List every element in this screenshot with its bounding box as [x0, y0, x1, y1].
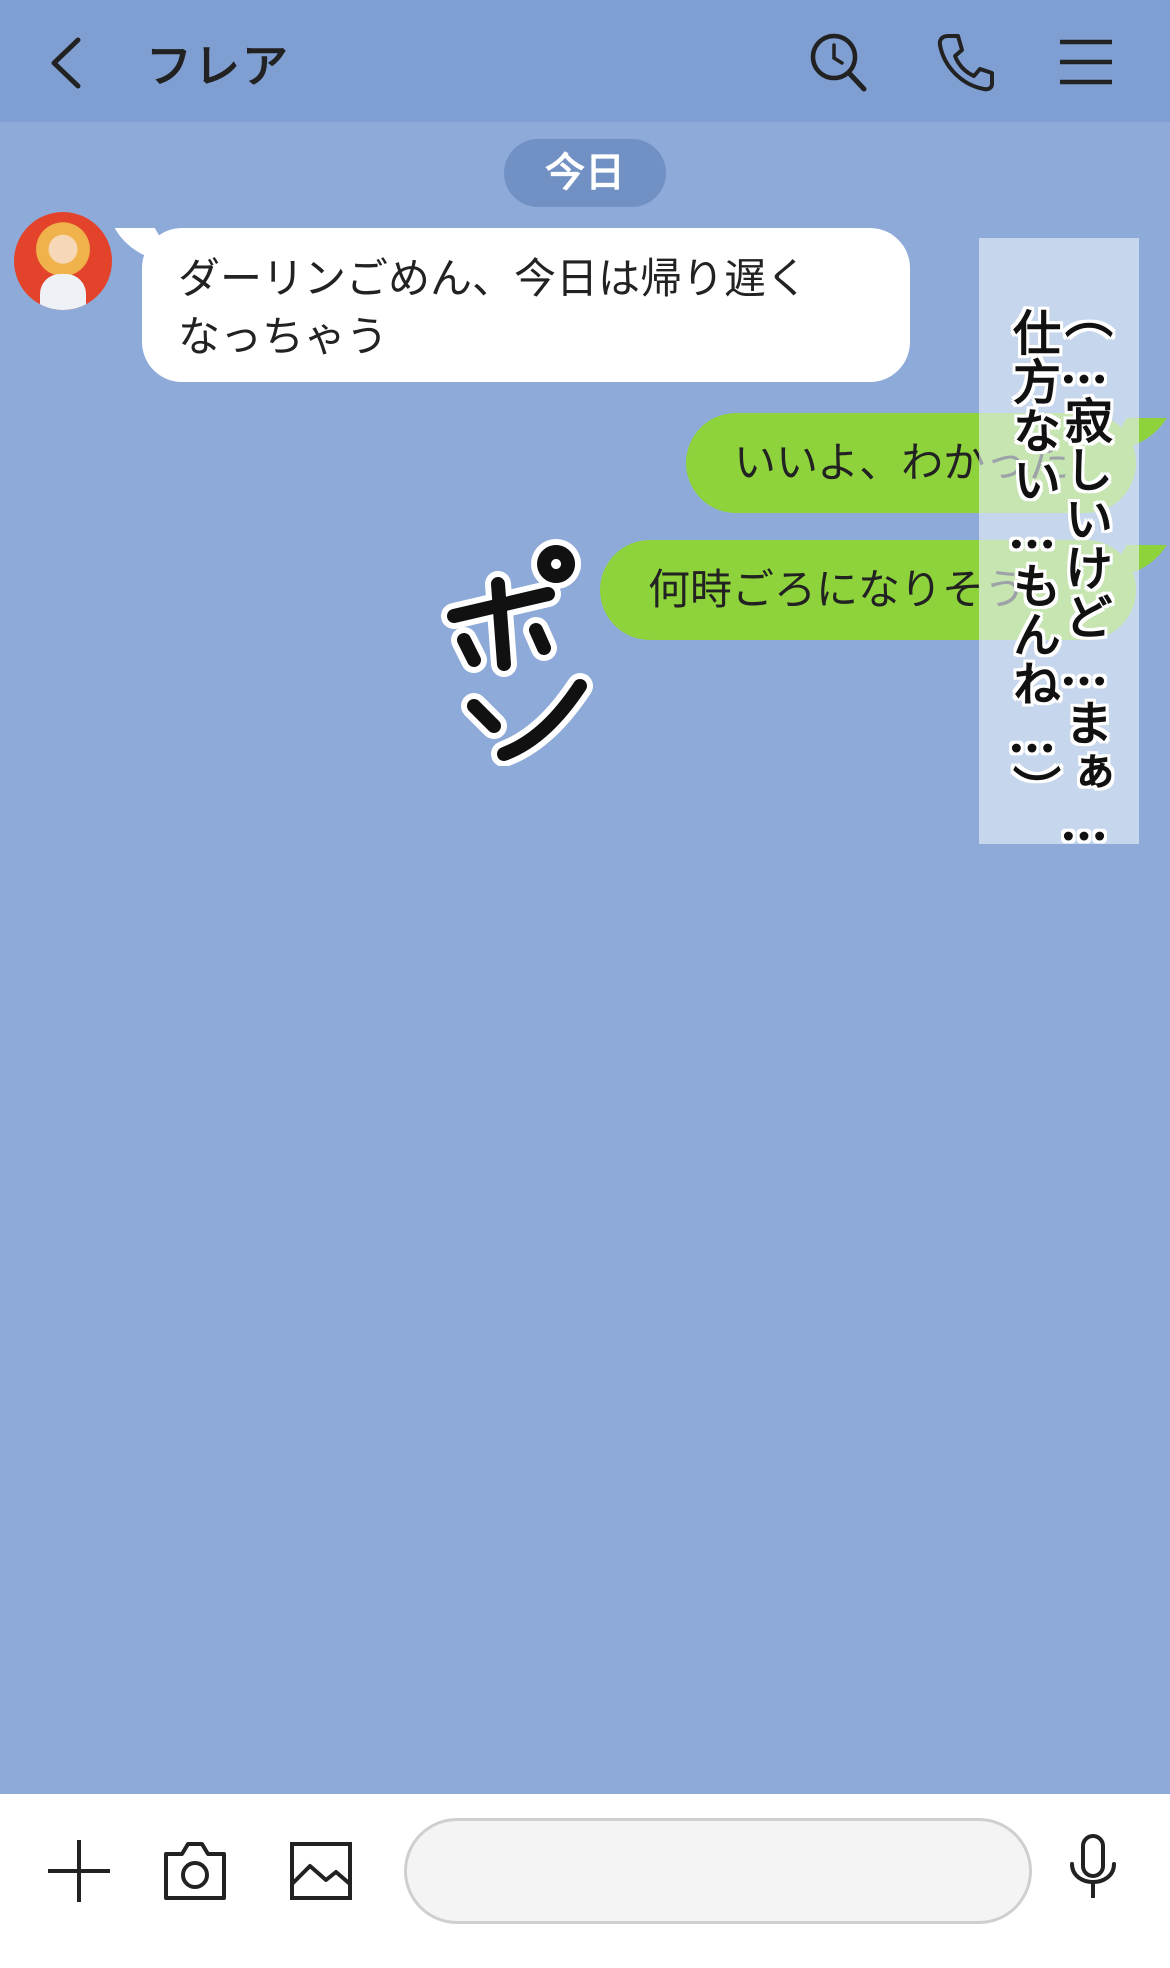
chat-header: フレア	[0, 0, 1170, 122]
caption-line-1: （…寂しいけど…まぁ…	[1056, 290, 1112, 853]
microphone-icon	[1070, 1834, 1116, 1898]
menu-icon	[1060, 39, 1112, 85]
plus-icon	[48, 1840, 110, 1902]
menu-button[interactable]	[1054, 30, 1118, 94]
chat-title: フレア	[146, 39, 290, 93]
camera-icon	[164, 1842, 226, 1900]
call-button[interactable]	[934, 30, 998, 94]
date-divider: 今日	[504, 139, 666, 207]
message-input[interactable]	[404, 1818, 1032, 1924]
image-button[interactable]	[286, 1836, 356, 1906]
avatar-figure	[40, 274, 86, 310]
received-message-bubble[interactable]: ダーリンごめん、今日は帰り遅く なっちゃう	[142, 228, 910, 382]
camera-button[interactable]	[160, 1836, 230, 1906]
chevron-left-icon	[51, 37, 81, 89]
sound-effect-pon: ポン	[441, 539, 593, 766]
message-text: 何時ごろになりそう	[648, 565, 1027, 614]
search-icon	[810, 33, 867, 92]
voice-button[interactable]	[1058, 1832, 1128, 1902]
plus-button[interactable]	[44, 1836, 114, 1906]
caption-line-2: 仕方ない…もんね…）	[1004, 308, 1060, 814]
image-icon	[290, 1842, 352, 1900]
avatar[interactable]	[14, 212, 112, 310]
phone-icon	[937, 34, 994, 92]
back-button[interactable]	[40, 28, 100, 98]
message-text-line: ダーリンごめん、今日は帰り遅く	[178, 254, 809, 303]
message-text-line: なっちゃう	[178, 312, 389, 361]
search-button[interactable]	[806, 30, 870, 94]
